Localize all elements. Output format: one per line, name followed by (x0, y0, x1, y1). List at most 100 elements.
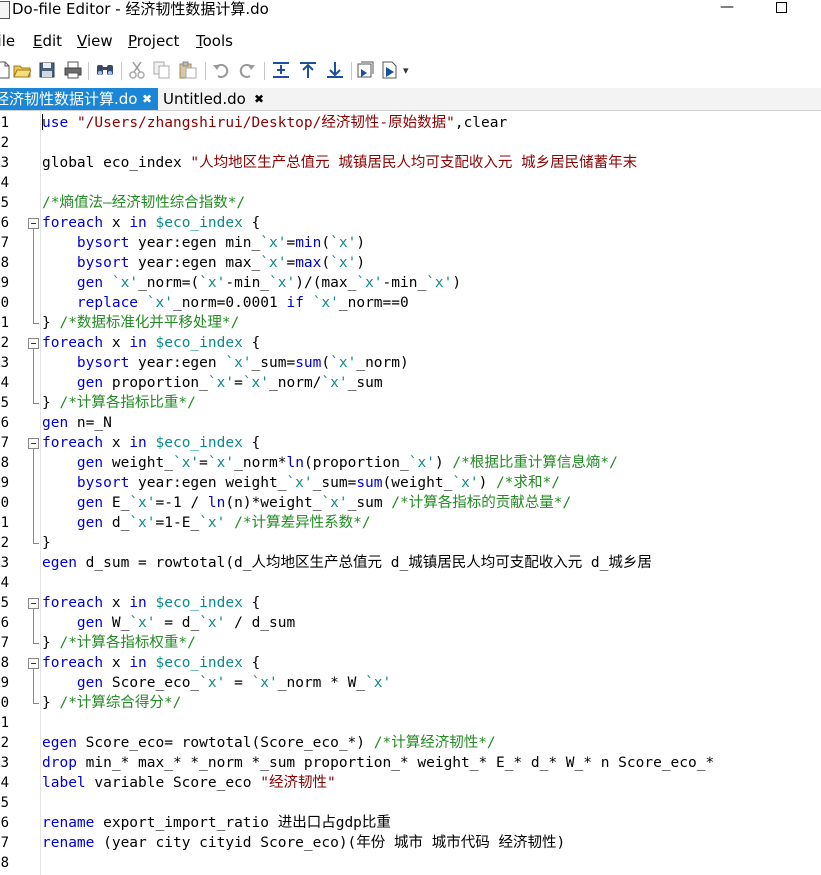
code-token: ln (286, 455, 304, 471)
code-token: } (42, 695, 60, 711)
line-number: 6 (0, 215, 9, 231)
code-token: ) (356, 255, 366, 271)
code-token: / d_sum (225, 615, 296, 631)
menu-view[interactable]: View (77, 30, 113, 52)
close-tab-icon[interactable]: ✖ (142, 88, 152, 110)
code-token: year:egen min_ (129, 235, 261, 251)
tab-untitled[interactable]: Untitled.do ✖ (158, 88, 268, 110)
fold-toggle-icon[interactable] (28, 338, 39, 349)
code-token: bysort (76, 475, 130, 491)
code-token: min_* max_* *_norm *_sum proportion_* we… (76, 755, 715, 771)
code-token: /*熵值法—经济韧性综合指数*/ (42, 195, 246, 211)
code-token: x (103, 335, 130, 351)
code-token: /*计算综合得分*/ (59, 695, 182, 711)
line-number: 34 (0, 775, 9, 791)
menu-edit[interactable]: Edit (33, 30, 62, 52)
code-token: `x' (312, 295, 339, 311)
code-token: variable Score_eco (85, 775, 261, 791)
code-token: x (103, 215, 130, 231)
code-token: =1-E_ (155, 515, 200, 531)
code-token: = d_ (155, 615, 200, 631)
move-up-icon[interactable] (299, 61, 317, 79)
line-number: 4 (0, 175, 9, 191)
line-number: 36 (0, 815, 9, 831)
toolbar-separator (264, 62, 265, 80)
line-number: 38 (0, 855, 9, 871)
code-token: -min_ (225, 275, 270, 291)
code-token: /*求和*/ (496, 475, 560, 491)
code-token: (n)*weight_ (225, 495, 322, 511)
code-line: use "/Users/zhangshirui/Desktop/经济韧性-原始数… (42, 113, 507, 133)
code-token: `x' (129, 615, 156, 631)
code-token: in (129, 215, 147, 231)
code-token: gen (76, 275, 104, 291)
code-token: `x' (207, 455, 235, 471)
code-token: /*计算各指标权重*/ (59, 635, 196, 651)
code-token: =-1 / (155, 495, 208, 511)
code-token: sum (295, 355, 322, 371)
tab-label: Untitled.do (163, 90, 246, 108)
copy-icon[interactable] (153, 61, 171, 79)
execute-icon[interactable] (356, 61, 374, 79)
code-token: gen (76, 495, 104, 511)
code-token: "人均地区生产总值元 城镇居民人均可支配收入元 城乡居民储蓄年末 (190, 155, 638, 171)
menu-tools[interactable]: Tools (196, 30, 233, 52)
new-file-icon[interactable] (0, 61, 12, 79)
close-tab-icon[interactable]: ✖ (254, 88, 264, 110)
code-editor[interactable]: 1234567891011121314151617181920212223242… (0, 111, 821, 875)
redo-icon[interactable] (238, 61, 256, 79)
fold-guide-end (33, 403, 39, 404)
fold-toggle-icon[interactable] (28, 218, 39, 229)
toolbar-separator (121, 62, 122, 80)
code-token: `x' (251, 675, 278, 691)
run-selection-icon[interactable] (381, 61, 399, 79)
code-token: foreach (42, 595, 104, 611)
line-number: 11 (0, 315, 9, 331)
toolbar-overflow-icon[interactable]: ▾ (403, 64, 409, 77)
find-icon[interactable] (96, 61, 114, 79)
code-token: `x' (199, 275, 226, 291)
code-token: (proportion_ (303, 455, 409, 471)
print-icon[interactable] (64, 61, 82, 79)
code-token: $eco_index (155, 335, 243, 351)
toolbar: ▾ (0, 56, 821, 86)
minimize-icon: — (720, 0, 734, 15)
code-token: "/Users/zhangshirui/Desktop/经济韧性-原始数据" (76, 115, 455, 131)
line-number: 19 (0, 475, 9, 491)
move-down-icon[interactable] (326, 61, 344, 79)
menu-file[interactable]: File (0, 30, 15, 52)
save-icon[interactable] (38, 61, 56, 79)
code-line: bysort year:egen max_`x'=max(`x') (42, 253, 365, 273)
undo-icon[interactable] (212, 61, 230, 79)
code-token: `x' (172, 455, 200, 471)
code-line: foreach x in $eco_index { (42, 433, 260, 453)
code-token: $eco_index (155, 595, 243, 611)
tab-econ-resilience[interactable]: 经济韧性数据计算.do ✖ (0, 88, 158, 110)
code-token: Score_eco_ (103, 675, 200, 691)
title-bar: Do-file Editor - 经济韧性数据计算.do — (0, 0, 821, 22)
maximize-button[interactable] (758, 0, 804, 18)
fold-toggle-icon[interactable] (28, 438, 39, 449)
paste-icon[interactable] (179, 61, 197, 79)
indent-icon[interactable] (272, 61, 290, 79)
line-number: 3 (0, 155, 9, 171)
menu-bar: File Edit View Project Tools (0, 30, 821, 52)
open-folder-icon[interactable] (13, 61, 31, 79)
line-number: 1 (0, 115, 9, 131)
code-token: foreach (42, 335, 104, 351)
minimize-button[interactable]: — (704, 0, 750, 18)
line-number: 25 (0, 595, 9, 611)
cut-icon[interactable] (128, 61, 146, 79)
fold-toggle-icon[interactable] (28, 598, 39, 609)
code-token: ) (478, 475, 497, 491)
code-line: foreach x in $eco_index { (42, 593, 260, 613)
fold-toggle-icon[interactable] (28, 658, 39, 669)
menu-project[interactable]: Project (128, 30, 179, 52)
code-token: `x' (225, 355, 252, 371)
code-line: bysort year:egen min_`x'=min(`x') (42, 233, 365, 253)
code-line: egen Score_eco= rowtotal(Score_eco_*) /*… (42, 733, 496, 753)
